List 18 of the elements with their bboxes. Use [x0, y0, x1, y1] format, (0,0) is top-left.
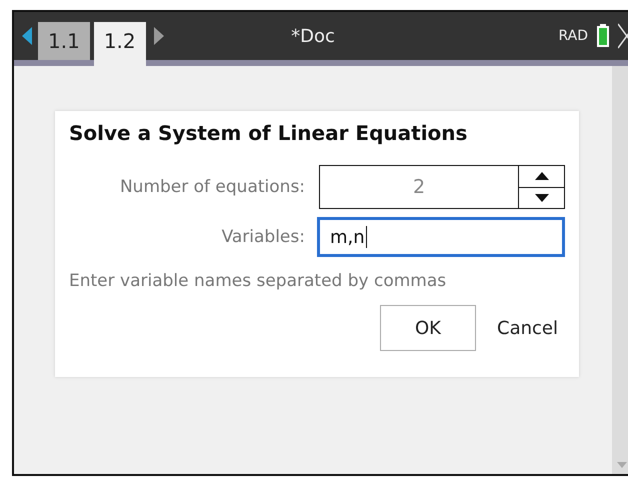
close-icon[interactable]	[618, 23, 628, 49]
down-arrow-icon[interactable]	[534, 194, 548, 202]
right-arrow-icon[interactable]	[154, 27, 164, 45]
left-arrow-icon[interactable]	[22, 27, 32, 45]
field-label: Variables:	[220, 227, 306, 247]
hint-text: Enter variable names separated by commas	[69, 271, 448, 291]
page-tab[interactable]: 1.2	[94, 22, 146, 66]
document-title: *Doc	[291, 26, 335, 47]
page-tab[interactable]: 1.1	[38, 22, 90, 60]
field-label: Number of equations:	[118, 177, 306, 197]
battery-icon	[596, 24, 610, 48]
number-spinner[interactable]: 2	[319, 165, 565, 209]
input-field[interactable]: m,n	[316, 217, 565, 257]
angle-mode: RAD	[558, 28, 588, 44]
scrollbar[interactable]	[612, 66, 628, 474]
dialog-title: Solve a System of Linear Equations	[69, 121, 468, 145]
up-arrow-icon[interactable]	[534, 172, 548, 180]
ok-button[interactable]: OK	[380, 305, 476, 351]
